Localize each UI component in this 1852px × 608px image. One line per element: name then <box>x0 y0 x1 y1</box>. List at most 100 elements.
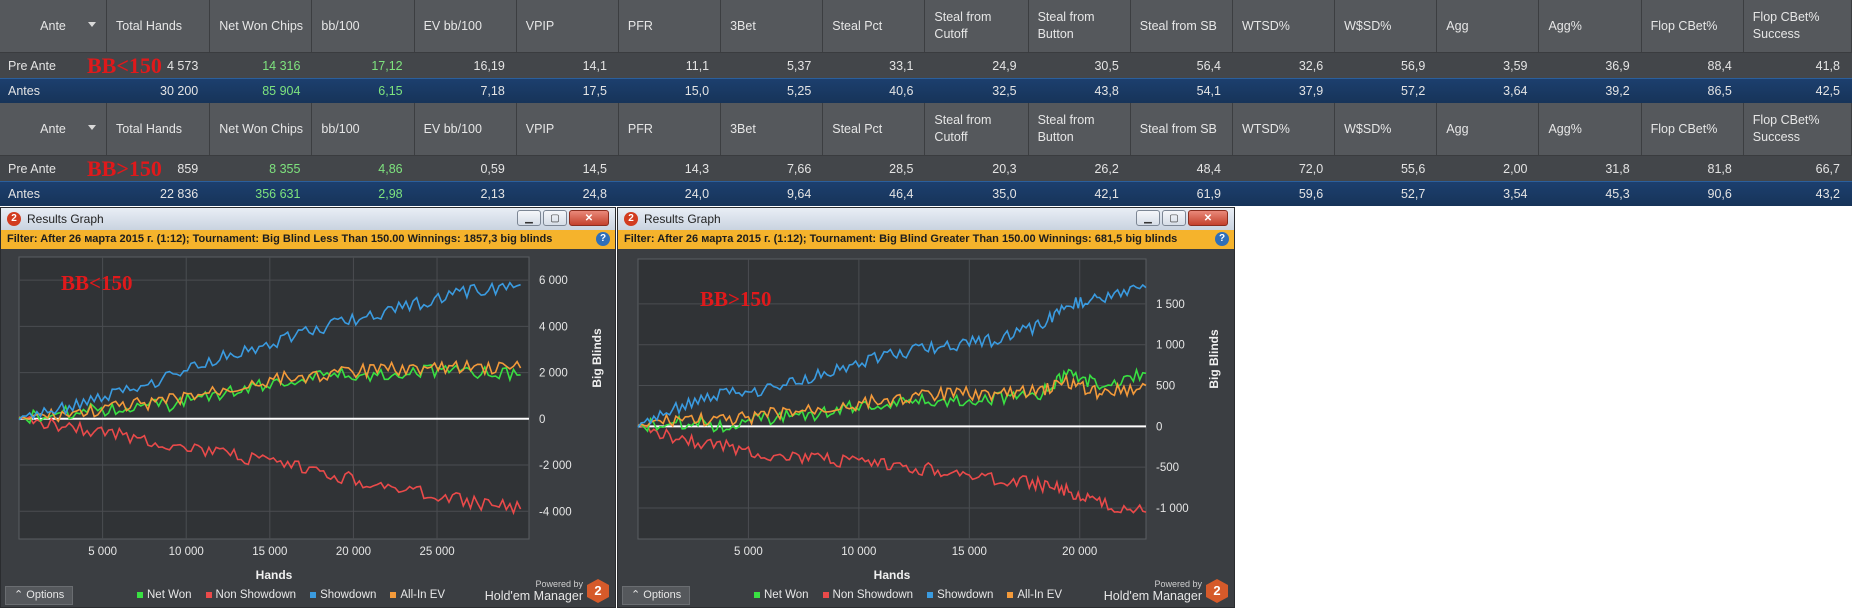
title-bar[interactable]: 2 Results Graph ▁ ▢ ✕ <box>1 208 615 230</box>
column-header[interactable]: Flop CBet% <box>1642 103 1744 155</box>
help-icon[interactable]: ? <box>596 232 610 246</box>
column-header[interactable]: 3Bet <box>721 0 824 52</box>
x-tick-label: 5 000 <box>734 546 763 558</box>
window-title: Results Graph <box>644 212 721 226</box>
options-button[interactable]: ⌃ Options <box>622 586 691 605</box>
minimize-button[interactable]: ▁ <box>1136 210 1160 226</box>
legend-item[interactable]: Net Won <box>754 589 809 601</box>
options-label: Options <box>643 589 682 601</box>
maximize-button[interactable]: ▢ <box>543 210 567 226</box>
legend-item[interactable]: Showdown <box>310 589 376 601</box>
column-header[interactable]: Flop CBet% <box>1642 0 1744 52</box>
table-row[interactable]: Pre Ante 859 8 355 4,86 0,59 14,5 14,3 7,66 28,5… <box>0 156 1852 181</box>
column-header[interactable]: Steal from Cutoff <box>925 0 1029 52</box>
legend: Net Won Non Showdown Showdown All-In EV <box>137 589 445 601</box>
column-header[interactable]: Ante <box>0 0 108 52</box>
column-header[interactable]: Flop CBet% Success <box>1744 0 1852 52</box>
column-header-label: Steal from Cutoff <box>934 10 992 41</box>
legend-item[interactable]: Showdown <box>927 589 993 601</box>
column-header[interactable]: Steal Pct <box>823 103 926 155</box>
column-header-label: bb/100 <box>321 18 360 33</box>
table-row[interactable]: Antes 30 200 85 904 6,15 7,18 17,5 15,0 5,25 40,… <box>0 78 1852 103</box>
graph-footer: ⌃ Options Net Won Non Showdown Showdown All… <box>1 579 615 607</box>
results-graph-window-right[interactable]: 2 Results Graph ▁ ▢ ✕ Filter: After 26 м… <box>617 207 1235 608</box>
legend-item[interactable]: All-In EV <box>390 589 445 601</box>
minimize-button[interactable]: ▁ <box>517 210 541 226</box>
close-button[interactable]: ✕ <box>1188 210 1228 226</box>
column-header[interactable]: WTSD% <box>1233 0 1336 52</box>
legend-item[interactable]: All-In EV <box>1007 589 1062 601</box>
graph-area: 5 000 10 000 15 000 20 000 1 500 1 000 500 0 -50… <box>618 249 1234 585</box>
table-cell: 30 200 <box>160 84 199 98</box>
column-header[interactable]: Steal from SB <box>1131 103 1233 155</box>
column-header[interactable]: Steal from SB <box>1131 0 1233 52</box>
column-header[interactable]: bb/100 <box>312 103 415 155</box>
column-header[interactable]: Agg% <box>1539 103 1642 155</box>
column-header[interactable]: PFR <box>619 0 722 52</box>
table-cell: 37,9 <box>1298 84 1324 98</box>
table-row[interactable]: Antes 22 836 356 631 2,98 2,13 24,8 24,0 9,64 46… <box>0 181 1852 206</box>
column-header[interactable]: PFR <box>619 103 722 155</box>
column-header[interactable]: EV bb/100 <box>415 103 517 155</box>
column-header[interactable]: EV bb/100 <box>415 0 517 52</box>
table-cell: 16,19 <box>473 58 505 73</box>
y-tick-label: 1 000 <box>1156 340 1185 352</box>
options-button[interactable]: ⌃ Options <box>5 586 74 605</box>
column-header[interactable]: Ante <box>0 103 108 155</box>
table-cell: 2,13 <box>480 187 505 201</box>
column-header[interactable]: W$SD% <box>1335 103 1438 155</box>
table-row[interactable]: Pre Ante 4 573 14 316 17,12 16,19 14,1 11,1 5,3… <box>0 53 1852 78</box>
column-header[interactable]: bb/100 <box>312 0 415 52</box>
column-header-label: Agg <box>1446 18 1469 33</box>
column-header[interactable]: Net Won Chips <box>210 103 313 155</box>
table-cell: 24,9 <box>992 58 1017 73</box>
hm2-logo-icon: 2 <box>587 579 609 603</box>
column-header-label: Flop CBet% Success <box>1752 10 1820 41</box>
table-cell: 33,1 <box>889 58 914 73</box>
legend-item[interactable]: Non Showdown <box>822 589 913 601</box>
column-header[interactable]: Flop CBet% Success <box>1744 103 1852 155</box>
column-header-label: W$SD% <box>1344 18 1392 33</box>
column-header[interactable]: Steal from Cutoff <box>925 103 1029 155</box>
column-header[interactable]: Total Hands <box>107 0 211 52</box>
graph-area: 5 000 10 000 15 000 20 000 25 000 6 000 4 000 2… <box>1 249 615 585</box>
dropdown-arrow-icon[interactable] <box>88 22 97 27</box>
brand-name: Hold'em Manager <box>1103 589 1202 603</box>
column-header[interactable]: Agg <box>1437 103 1540 155</box>
column-header-label: Ante <box>40 18 66 33</box>
column-header[interactable]: Steal from Button <box>1029 103 1131 155</box>
table-cell: 17,12 <box>371 58 403 73</box>
close-button[interactable]: ✕ <box>569 210 609 226</box>
column-header[interactable]: Agg <box>1437 0 1540 52</box>
dropdown-arrow-icon[interactable] <box>88 125 97 130</box>
overlay-label: BB<150 <box>87 53 162 78</box>
window-title: Results Graph <box>27 212 104 226</box>
column-header[interactable]: Net Won Chips <box>210 0 313 52</box>
results-graph-window-left[interactable]: 2 Results Graph ▁ ▢ ✕ Filter: After 26 м… <box>0 207 616 608</box>
help-icon[interactable]: ? <box>1215 232 1229 246</box>
column-header[interactable]: Steal Pct <box>823 0 926 52</box>
legend: Net Won Non Showdown Showdown All-In EV <box>754 589 1062 601</box>
column-header-label: Total Hands <box>116 121 183 136</box>
table-cell: 5,25 <box>786 84 812 98</box>
column-header[interactable]: WTSD% <box>1233 103 1336 155</box>
column-header[interactable]: Total Hands <box>107 103 211 155</box>
table-cell: 46,4 <box>889 187 914 201</box>
legend-item[interactable]: Non Showdown <box>205 589 296 601</box>
title-bar[interactable]: 2 Results Graph ▁ ▢ ✕ <box>618 208 1234 230</box>
column-header[interactable]: W$SD% <box>1335 0 1438 52</box>
column-header-label: Steal Pct <box>832 121 883 136</box>
legend-swatch <box>822 592 829 598</box>
column-header[interactable]: Agg% <box>1539 0 1642 52</box>
overlay-label: BB>150 <box>87 156 162 181</box>
column-header[interactable]: VPIP <box>517 0 619 52</box>
table-cell: 55,6 <box>1400 161 1426 176</box>
legend-item[interactable]: Net Won <box>137 589 192 601</box>
column-header[interactable]: VPIP <box>517 103 619 155</box>
column-header-label: WTSD% <box>1241 18 1290 33</box>
maximize-button[interactable]: ▢ <box>1162 210 1186 226</box>
column-header[interactable]: Steal from Button <box>1029 0 1131 52</box>
table-cell: 7,18 <box>480 84 505 98</box>
column-header[interactable]: 3Bet <box>721 103 824 155</box>
table-cell: 72,0 <box>1298 161 1324 176</box>
